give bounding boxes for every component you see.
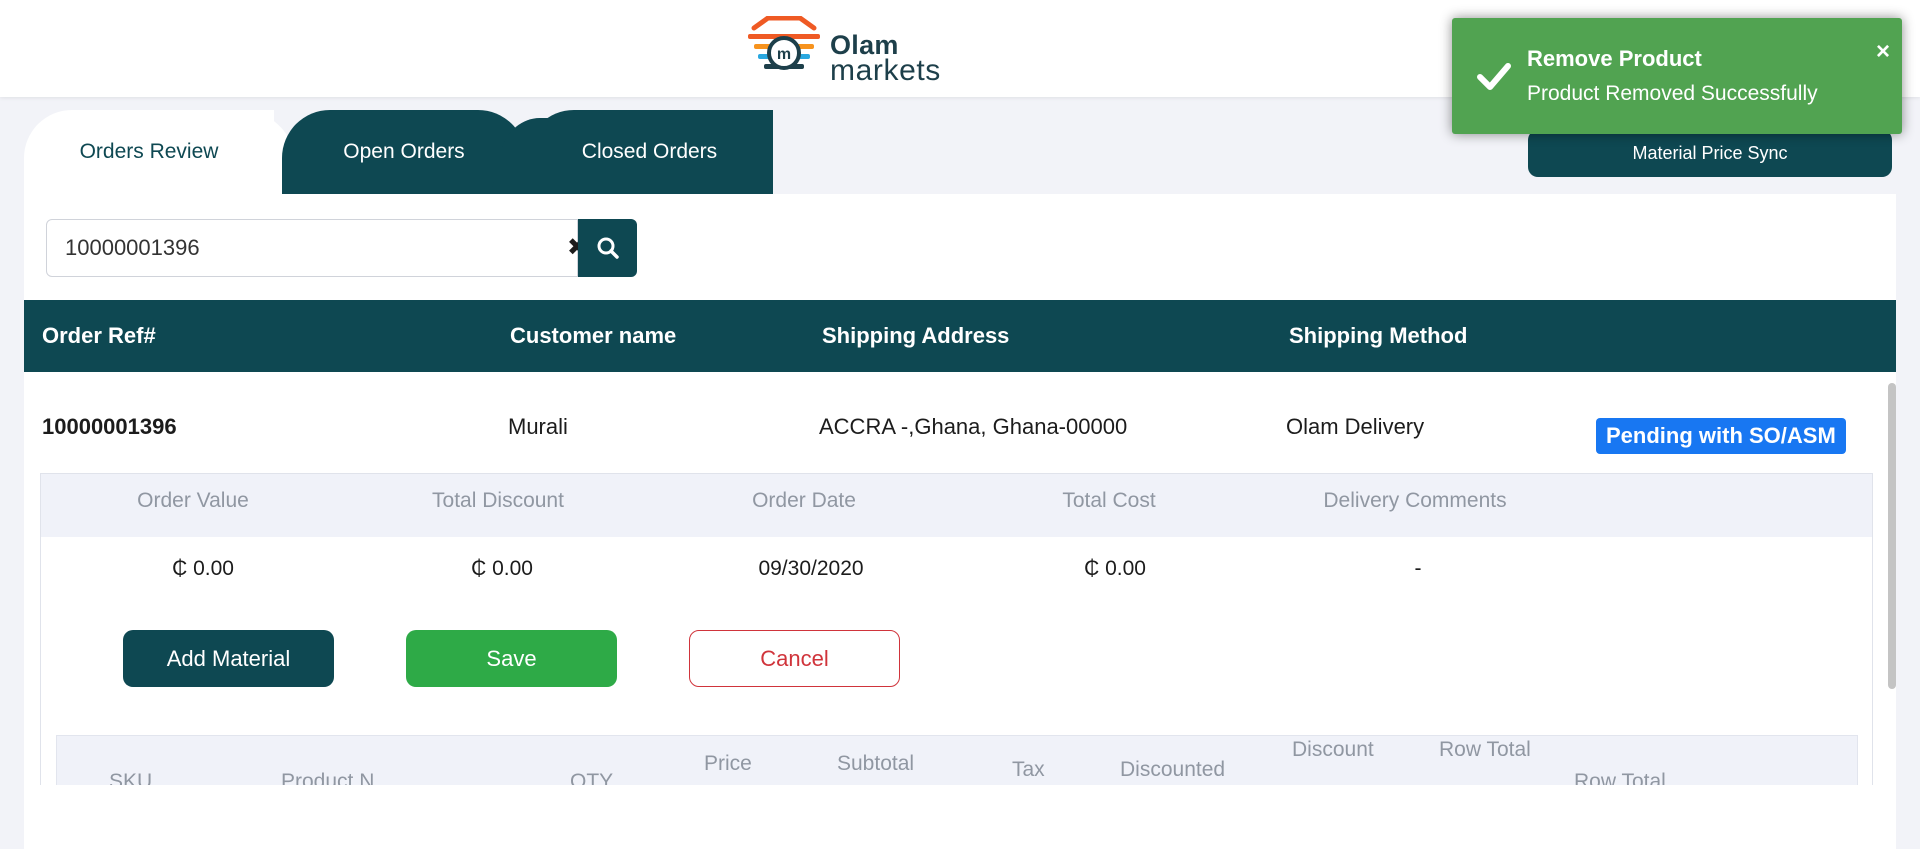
header-order-ref: Order Ref# (42, 323, 156, 348)
label-total-cost: Total Cost (1062, 489, 1156, 512)
tab-label: Orders Review (79, 140, 219, 163)
header-discounted: Discounted (1120, 758, 1226, 781)
save-button[interactable]: Save (406, 630, 617, 687)
shipping-address: ACCRA -,Ghana, Ghana-00000 (819, 414, 1128, 439)
header-discount: Discount (1292, 738, 1374, 761)
cancel-button[interactable]: Cancel (689, 630, 900, 687)
label-order-value: Order Value (137, 489, 249, 512)
search-icon (597, 237, 619, 259)
status-badge: Pending with SO/ASM (1596, 418, 1846, 454)
header-shipping-method: Shipping Method (1289, 323, 1468, 348)
tab-orders-review[interactable]: Orders Review (24, 110, 274, 194)
add-material-button[interactable]: Add Material (123, 630, 334, 687)
order-value: ₵ 0.00 (172, 557, 234, 580)
search-input[interactable] (46, 219, 578, 277)
basket-logo-icon: m (748, 16, 820, 70)
header-tax: Tax (1012, 758, 1045, 781)
search-button[interactable] (578, 219, 637, 277)
order-ref: 10000001396 (42, 414, 177, 439)
total-cost: ₵ 0.00 (1084, 557, 1146, 580)
tab-open-orders[interactable]: Open Orders (282, 110, 526, 194)
tab-label: Closed Orders (581, 140, 718, 163)
material-price-sync-button[interactable]: Material Price Sync (1528, 130, 1892, 177)
tab-closed-orders[interactable]: Closed Orders (526, 110, 773, 194)
customer-name: Murali (508, 414, 568, 439)
order-search: ✖ (46, 219, 637, 277)
content-bottom-area (24, 785, 1896, 849)
close-icon[interactable]: × (1876, 40, 1890, 64)
header-customer-name: Customer name (510, 323, 677, 348)
total-discount: ₵ 0.00 (471, 557, 533, 580)
tab-label: Open Orders (343, 140, 465, 163)
toast-message: Product Removed Successfully (1527, 82, 1818, 105)
header-price: Price (704, 752, 752, 775)
label-delivery-comments: Delivery Comments (1323, 489, 1507, 512)
brand-name-line2: markets (830, 54, 941, 87)
header-shipping-address: Shipping Address (822, 323, 1010, 348)
shipping-method: Olam Delivery (1286, 414, 1425, 439)
svg-text:m: m (777, 46, 791, 63)
vertical-scrollbar[interactable] (1888, 383, 1896, 689)
header-subtotal: Subtotal (837, 752, 915, 775)
olam-markets-logo[interactable]: m Olam markets (744, 16, 944, 87)
label-order-date: Order Date (752, 489, 856, 512)
label-total-discount: Total Discount (432, 489, 564, 512)
checkmark-icon (1477, 63, 1511, 90)
order-details-values: ₵ 0.00 ₵ 0.00 09/30/2020 ₵ 0.00 - (41, 537, 1872, 601)
orders-table-header: Order Ref# Customer name Shipping Addres… (24, 300, 1896, 372)
order-details-header: Order Value Total Discount Order Date To… (41, 474, 1872, 537)
orders-panel: ✖ Order Ref# Customer name Shipping Addr… (24, 194, 1896, 849)
delivery-comments: - (1414, 557, 1422, 580)
toast-title: Remove Product (1527, 46, 1702, 71)
table-row[interactable]: 10000001396 Murali ACCRA -,Ghana, Ghana-… (24, 372, 1864, 467)
success-toast: Remove Product Product Removed Successfu… (1452, 18, 1902, 134)
order-date: 09/30/2020 (758, 557, 864, 580)
header-row-total: Row Total (1439, 738, 1531, 761)
